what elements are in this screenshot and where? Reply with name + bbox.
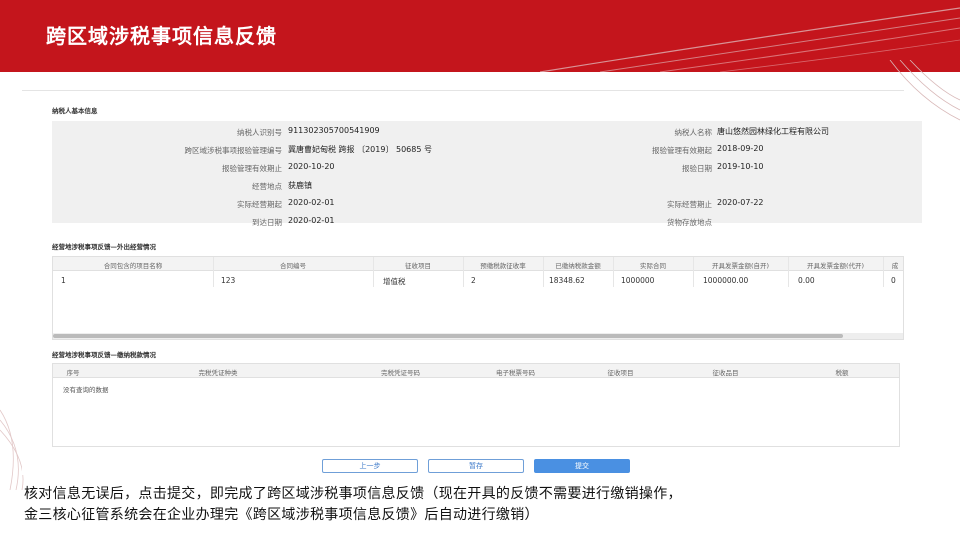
column-header: 序号	[66, 369, 80, 377]
info-value: 冀唐曹妃甸税 跨报 〔2019〕 50685 号	[288, 145, 432, 154]
column-header: 成	[891, 262, 899, 270]
info-value: 2020-07-22	[717, 198, 764, 207]
info-label: 跨区域涉税事项报验管理编号	[184, 146, 283, 155]
column-header: 税额	[835, 369, 849, 377]
info-label: 报验日期	[682, 164, 712, 173]
info-value: 唐山悠然园林绿化工程有限公司	[717, 127, 829, 136]
prev-step-button[interactable]: 上一步	[322, 459, 418, 473]
info-label: 货物存放地点	[667, 218, 712, 227]
info-label: 纳税人识别号	[237, 128, 282, 137]
caption-line: 核对信息无误后，点击提交，即完成了跨区域涉税事项信息反馈（现在开具的反馈不需要进…	[24, 486, 682, 502]
column-header: 合同编号	[280, 262, 306, 270]
info-label: 实际经营期起	[237, 200, 282, 209]
column-header: 完税凭证种类	[198, 369, 238, 377]
info-label: 经营地点	[252, 182, 282, 191]
tax-payment-grid: 序号 完税凭证种类 完税凭证号码 电子税票号码 征收项目 征收品目 税额 没有查…	[52, 363, 900, 447]
scrollbar-thumb[interactable]	[53, 334, 843, 338]
info-row: 到达日期 2020-02-01 货物存放地点	[52, 213, 922, 231]
column-header: 实际合同	[640, 262, 666, 270]
info-label: 报验管理有效期起	[652, 146, 712, 155]
info-row: 实际经营期起 2020-02-01 实际经营期止 2020-07-22	[52, 195, 922, 213]
caption-line: 金三核心征管系统会在企业办理完《跨区域涉税事项信息反馈》后自动进行缴销）	[24, 507, 539, 523]
info-value: 2019-10-10	[717, 162, 764, 171]
column-header: 征收项目	[607, 369, 634, 377]
column-header: 开具发票金额(自开)	[711, 262, 770, 270]
column-divider	[213, 257, 214, 287]
info-row: 报验管理有效期止 2020-10-20 报验日期 2019-10-10	[52, 159, 922, 177]
info-value: 2018-09-20	[717, 144, 764, 153]
header-banner: 跨区域涉税事项信息反馈	[0, 0, 960, 72]
slide: 跨区域涉税事项信息反馈 纳税人基本信息 纳税人识别号 9113023057005…	[0, 0, 960, 540]
info-value: 911302305700541909	[288, 126, 380, 135]
info-row: 跨区域涉税事项报验管理编号 冀唐曹妃甸税 跨报 〔2019〕 50685 号 报…	[52, 141, 922, 159]
column-divider	[613, 257, 614, 287]
column-header: 电子税票号码	[496, 369, 535, 377]
table-cell: 增值税	[383, 277, 406, 286]
column-header: 已缴纳税款金额	[555, 262, 601, 270]
table-cell: 1000000.00	[703, 276, 749, 285]
submit-button[interactable]: 提交	[534, 459, 630, 473]
feedback-form-screenshot: 纳税人基本信息 纳税人识别号 911302305700541909 纳税人名称 …	[22, 90, 922, 475]
column-header: 完税凭证号码	[381, 369, 420, 377]
column-header: 征收品目	[712, 369, 739, 377]
info-row: 纳税人识别号 911302305700541909 纳税人名称 唐山悠然园林绿化…	[52, 123, 922, 141]
outbound-business-grid: 合同包含的项目名称 合同编号 征收项目 预缴税款征收率 已缴纳税款金额 实际合同…	[52, 256, 904, 340]
info-label: 纳税人名称	[674, 128, 713, 137]
column-divider	[463, 257, 464, 287]
section-title-basic-info: 纳税人基本信息	[52, 107, 98, 115]
table-cell: 0	[891, 276, 896, 285]
empty-data-message: 没有查询的数据	[63, 386, 109, 394]
info-value: 获鹿镇	[288, 181, 312, 190]
info-label: 实际经营期止	[667, 200, 712, 209]
table-cell: 18348.62	[549, 276, 585, 285]
section-title-tax-payment: 经营地涉税事项反馈—缴纳税款情况	[52, 351, 156, 359]
save-draft-button[interactable]: 暂存	[428, 459, 524, 473]
section-title-outbound: 经营地涉税事项反馈—外出经营情况	[52, 243, 156, 251]
table-cell: 123	[221, 276, 236, 285]
table-cell: 2	[471, 276, 476, 285]
column-header: 预缴税款征收率	[480, 262, 526, 270]
column-divider	[543, 257, 544, 287]
column-header: 合同包含的项目名称	[103, 262, 163, 270]
column-divider	[788, 257, 789, 287]
table-cell: 1000000	[621, 276, 655, 285]
info-label: 报验管理有效期止	[222, 164, 282, 173]
basic-info-panel: 纳税人识别号 911302305700541909 纳税人名称 唐山悠然园林绿化…	[52, 121, 922, 227]
info-row: 经营地点 获鹿镇	[52, 177, 922, 195]
column-divider	[883, 257, 884, 287]
info-label: 到达日期	[252, 218, 282, 227]
column-divider	[373, 257, 374, 287]
column-header: 征收项目	[405, 262, 431, 270]
info-value: 2020-10-20	[288, 162, 335, 171]
grid-header: 序号 完税凭证种类 完税凭证号码 电子税票号码 征收项目 征收品目 税额	[53, 364, 899, 378]
grid-header: 合同包含的项目名称 合同编号 征收项目 预缴税款征收率 已缴纳税款金额 实际合同…	[53, 257, 903, 271]
slide-caption: 核对信息无误后，点击提交，即完成了跨区域涉税事项信息反馈（现在开具的反馈不需要进…	[24, 484, 944, 526]
table-cell: 1	[61, 276, 66, 285]
slide-title: 跨区域涉税事项信息反馈	[46, 24, 277, 48]
info-value: 2020-02-01	[288, 216, 335, 225]
column-header: 开具发票金额(代开)	[806, 262, 865, 270]
horizontal-scrollbar[interactable]	[53, 333, 903, 339]
info-value: 2020-02-01	[288, 198, 335, 207]
column-divider	[693, 257, 694, 287]
table-cell: 0.00	[798, 276, 815, 285]
